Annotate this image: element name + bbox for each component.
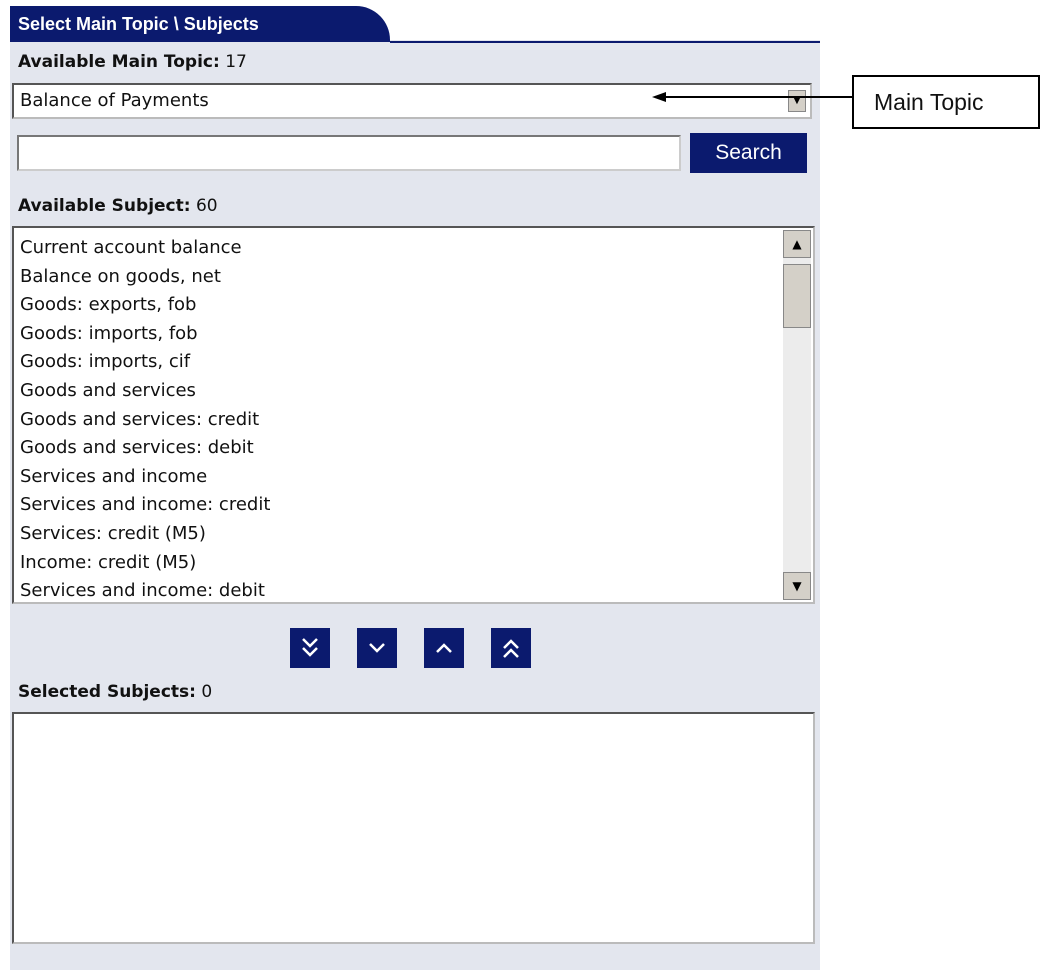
selected-subjects-count: 0: [201, 682, 213, 702]
double-chevron-down-icon: [302, 638, 318, 657]
triangle-up-icon[interactable]: ▲: [783, 230, 811, 258]
selected-subjects-label: Selected Subjects:: [18, 682, 196, 702]
list-item[interactable]: Services and income: credit: [20, 491, 779, 520]
list-item[interactable]: Goods: imports, fob: [20, 320, 779, 349]
add-all-button[interactable]: [290, 628, 330, 668]
scrollbar-thumb[interactable]: [783, 264, 811, 328]
list-item[interactable]: Goods and services: debit: [20, 434, 779, 463]
double-chevron-up-icon: [503, 639, 519, 658]
subject-list-scrollbar[interactable]: ▲ ▼: [783, 230, 811, 600]
list-item[interactable]: Services: credit (M5): [20, 520, 779, 549]
list-item[interactable]: Current account balance: [20, 234, 779, 263]
list-item[interactable]: Goods and services: [20, 377, 779, 406]
selected-subjects-header: Selected Subjects: 0: [18, 682, 212, 702]
list-item[interactable]: Services and income: debit: [20, 577, 779, 602]
list-item[interactable]: Services and income: [20, 463, 779, 492]
list-item[interactable]: Balance on goods, net: [20, 263, 779, 292]
chevron-down-icon: [369, 643, 385, 653]
list-item[interactable]: Goods: imports, cif: [20, 348, 779, 377]
add-one-button[interactable]: [357, 628, 397, 668]
list-item[interactable]: Income: credit (M5): [20, 549, 779, 578]
main-topic-callout: Main Topic: [852, 75, 1040, 129]
triangle-down-icon[interactable]: ▼: [783, 572, 811, 600]
chevron-up-icon: [436, 643, 452, 653]
list-item[interactable]: Goods: exports, fob: [20, 291, 779, 320]
remove-one-button[interactable]: [424, 628, 464, 668]
list-item[interactable]: Goods and services: credit: [20, 406, 779, 435]
selected-subjects-list[interactable]: [12, 712, 815, 944]
remove-all-button[interactable]: [491, 628, 531, 668]
available-subject-list[interactable]: Current account balance Balance on goods…: [12, 226, 815, 604]
